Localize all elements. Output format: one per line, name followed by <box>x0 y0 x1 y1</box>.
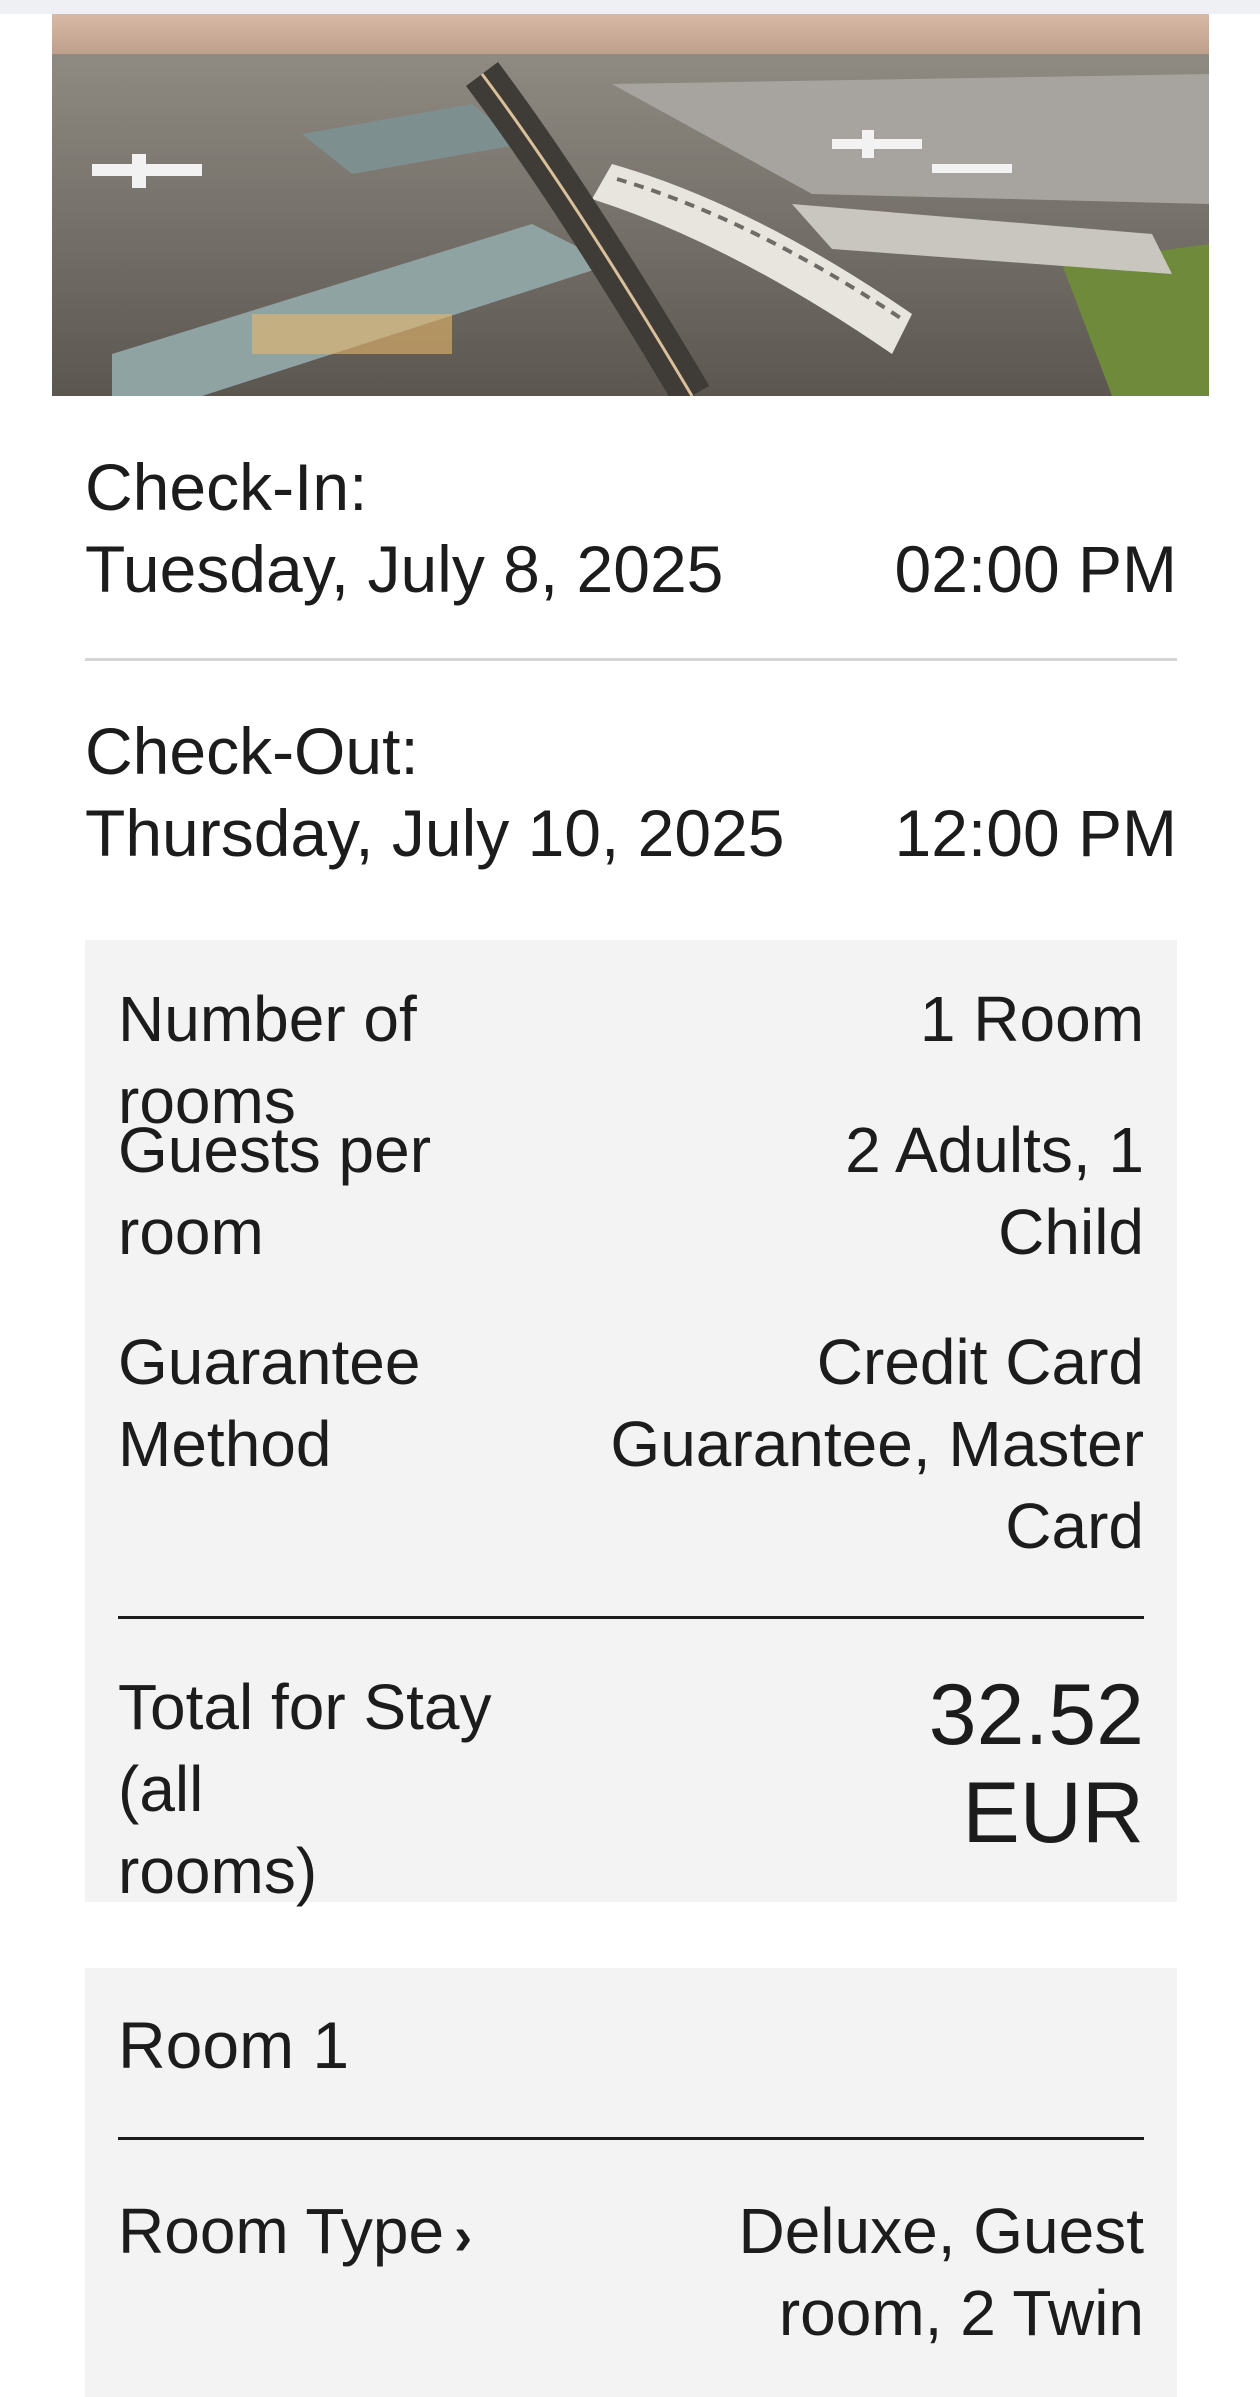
guests-per-room-label-line1: Guests per <box>118 1114 432 1186</box>
guarantee-method-row: Guarantee Method Credit Card Guarantee, … <box>118 1321 1144 1567</box>
check-in-time: 02:00 PM <box>894 532 1178 606</box>
check-out-date: Thursday, July 10, 2025 <box>85 796 785 870</box>
chevron-right-icon[interactable]: › <box>454 2195 472 2277</box>
guarantee-method-label-line1: Guarantee <box>118 1326 421 1398</box>
room-type-value-line1: Deluxe, Guest <box>738 2195 1144 2267</box>
total-currency: EUR <box>962 1765 1144 1861</box>
guarantee-method-value-line2: Guarantee, Master <box>610 1408 1144 1480</box>
room-type-row[interactable]: Room Type › Deluxe, Guest room, 2 Twin <box>118 2190 1144 2354</box>
total-amount: 32.52 <box>928 1667 1144 1763</box>
room-type-label-wrap[interactable]: Room Type › <box>118 2190 578 2354</box>
hotel-hero-image <box>52 14 1209 396</box>
guests-per-room-value-line1: 2 Adults, 1 <box>845 1114 1144 1186</box>
room-type-value-line2: room, 2 Twin <box>778 2277 1144 2349</box>
guests-per-room-row: Guests per room 2 Adults, 1 Child <box>118 1109 1144 1273</box>
total-for-stay-row: Total for Stay (all rooms) 32.52 EUR <box>118 1666 1144 1912</box>
room-title: Room 1 <box>118 2008 350 2082</box>
hero-photo-illustration <box>52 14 1209 396</box>
guests-per-room-label-line2: room <box>118 1196 264 1268</box>
date-divider <box>85 658 1177 661</box>
check-in-date: Tuesday, July 8, 2025 <box>85 532 724 606</box>
booking-summary-panel: Number of rooms 1 Room Guests per room 2… <box>85 940 1177 1907</box>
room-details-panel: Room 1 Room Type › Deluxe, Guest room, 2 … <box>85 1968 1177 2397</box>
check-out-label: Check-Out: <box>85 714 419 788</box>
guests-per-room-value-line2: Child <box>998 1196 1144 1268</box>
check-out-time: 12:00 PM <box>894 796 1178 870</box>
top-strip <box>0 0 1260 14</box>
guarantee-method-value-line1: Credit Card <box>816 1326 1144 1398</box>
total-for-stay-label-line2: rooms) <box>118 1835 318 1907</box>
check-in-section: Check-In: Tuesday, July 8, 2025 02:00 PM <box>85 446 1177 610</box>
room-divider <box>118 2137 1144 2140</box>
guarantee-method-label-line2: Method <box>118 1408 332 1480</box>
check-out-section: Check-Out: Thursday, July 10, 2025 12:00… <box>85 710 1177 874</box>
total-divider <box>118 1616 1144 1619</box>
guarantee-method-value-line3: Card <box>1005 1490 1144 1562</box>
total-for-stay-label-line1: Total for Stay (all <box>118 1671 492 1825</box>
check-in-label: Check-In: <box>85 450 368 524</box>
room-type-label: Room Type <box>118 2195 445 2267</box>
